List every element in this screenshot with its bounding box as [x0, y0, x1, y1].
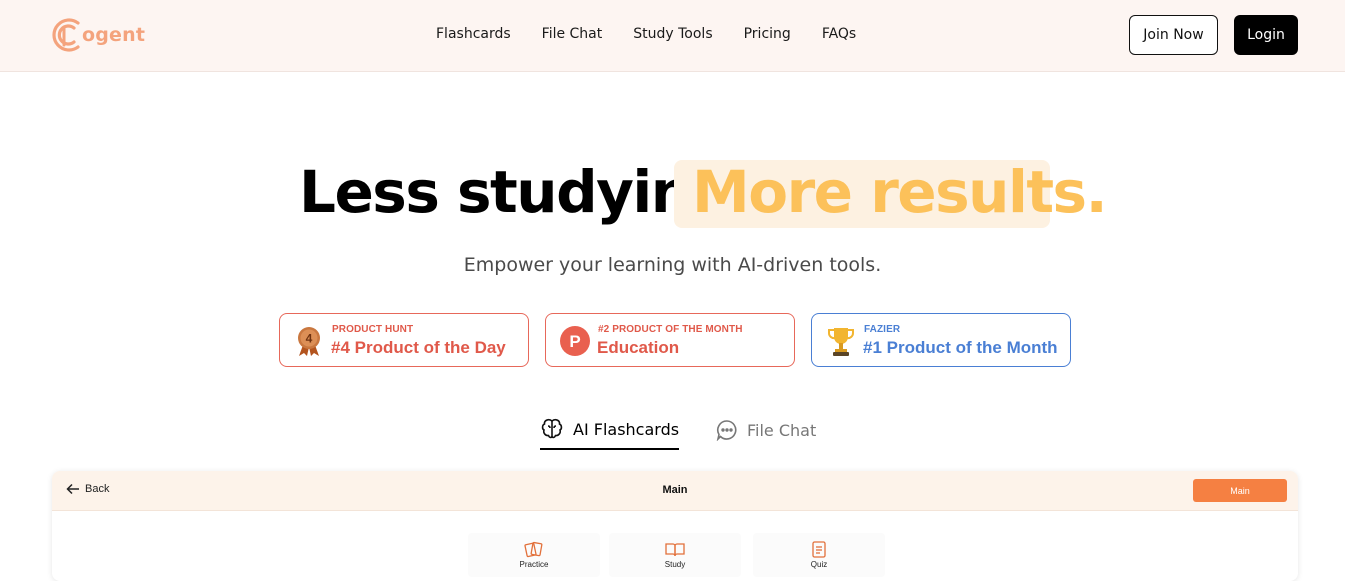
chat-bubble-icon [716, 420, 737, 441]
mode-quiz[interactable]: Quiz [753, 533, 885, 577]
hero-title-part2: More results. [692, 158, 1108, 226]
nav-link-faqs[interactable]: FAQs [822, 24, 856, 44]
logo-c-icon [52, 18, 80, 52]
quiz-icon [812, 541, 826, 558]
nav-link-file-chat[interactable]: File Chat [542, 24, 603, 44]
badge-source: #2 PRODUCT OF THE MONTH [598, 324, 743, 335]
preview-header: Back Main Main [52, 471, 1298, 511]
nav-link-study-tools[interactable]: Study Tools [633, 24, 712, 44]
trophy-icon [828, 328, 854, 356]
tab-ai-flashcards[interactable]: AI Flashcards [540, 412, 680, 450]
mode-label: Quiz [810, 560, 828, 569]
main-nav: Flashcards File Chat Study Tools Pricing… [436, 24, 887, 44]
producthunt-letter: P [569, 332, 580, 351]
app-preview: Back Main Main Practice Study Quiz [52, 471, 1298, 581]
main-button[interactable]: Main [1193, 479, 1287, 502]
tab-label: File Chat [747, 420, 817, 440]
preview-title: Main [662, 484, 688, 496]
badge-title: Education [597, 338, 680, 357]
mode-label: Practice [519, 560, 549, 569]
mode-label: Study [664, 560, 686, 569]
tab-label: AI Flashcards [573, 419, 680, 439]
book-icon [665, 543, 685, 557]
brain-icon [541, 418, 563, 439]
logo-text: ogent [82, 24, 146, 46]
login-button[interactable]: Login [1234, 15, 1298, 55]
nav-link-flashcards[interactable]: Flashcards [436, 24, 511, 44]
badge-source: PRODUCT HUNT [332, 324, 414, 335]
join-now-button[interactable]: Join Now [1129, 15, 1218, 55]
mode-study[interactable]: Study [609, 533, 741, 577]
producthunt-icon: P [560, 326, 590, 356]
badge-title: #1 Product of the Month [863, 338, 1058, 357]
fazier-badge[interactable]: FAZIER #1 Product of the Month [811, 313, 1071, 367]
product-hunt-day-badge[interactable]: 4 PRODUCT HUNT #4 Product of the Day [279, 313, 529, 367]
hero-subtitle: Empower your learning with AI-driven too… [463, 254, 882, 276]
cogent-logo[interactable]: ogent [50, 15, 145, 55]
badge-source: FAZIER [864, 324, 901, 335]
badge-title: #4 Product of the Day [331, 338, 506, 357]
top-navbar: ogent Flashcards File Chat Study Tools P… [0, 0, 1345, 72]
mode-practice[interactable]: Practice [468, 533, 600, 577]
product-hunt-month-badge[interactable]: P #2 PRODUCT OF THE MONTH Education [545, 313, 795, 367]
cards-icon [524, 541, 543, 558]
tab-file-chat[interactable]: File Chat [716, 412, 816, 448]
nav-link-pricing[interactable]: Pricing [744, 24, 791, 44]
medal-icon: 4 [298, 327, 320, 356]
hero-headline: Less studying. More results. [0, 158, 1345, 228]
medal-number: 4 [306, 332, 313, 346]
